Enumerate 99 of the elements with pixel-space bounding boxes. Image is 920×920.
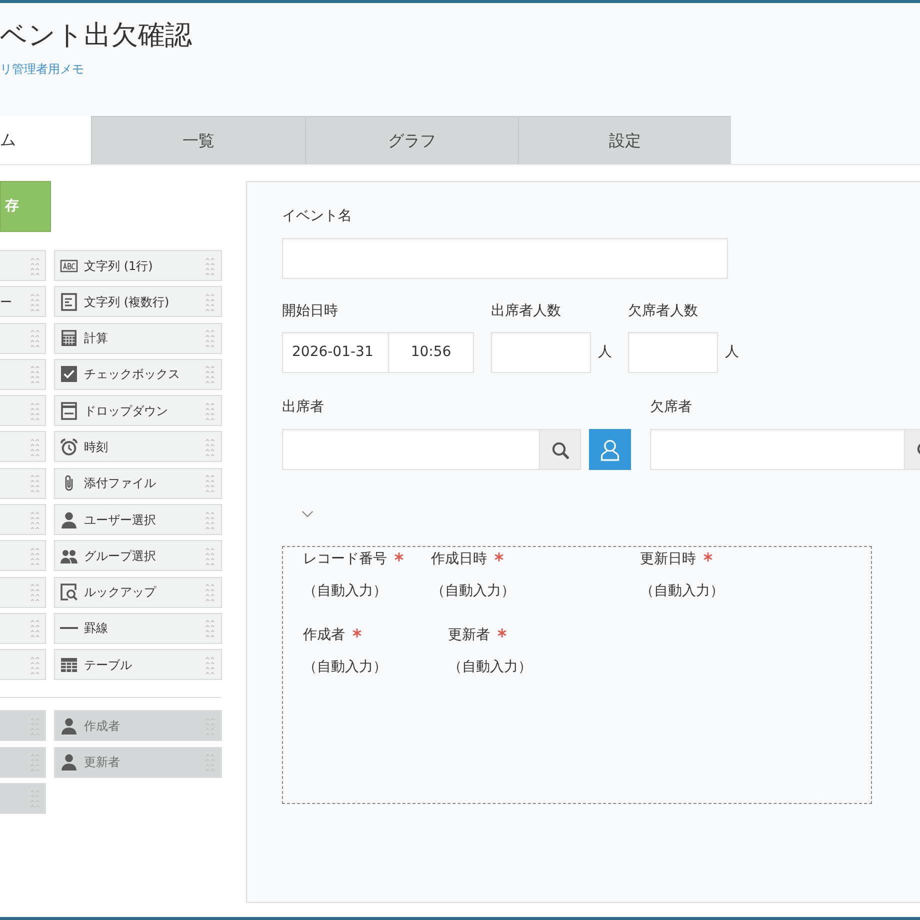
unit-label: 人 (725, 343, 739, 362)
auto-input-text: （自動入力） (448, 658, 532, 677)
tab[interactable]: 設定 (518, 116, 731, 164)
field-palette-item[interactable] (0, 649, 46, 680)
drag-handle-icon (205, 582, 215, 602)
drag-handle-icon (205, 328, 215, 348)
horizontal-line-icon (60, 627, 78, 630)
chevron-down-icon[interactable] (301, 510, 314, 518)
field-palette-item[interactable]: 時刻 (54, 431, 222, 462)
field-label: イベント名 (282, 207, 352, 226)
field-palette-item[interactable]: 作成者 (54, 710, 222, 742)
field-palette-item[interactable]: ドロップダウン (54, 395, 222, 426)
drag-handle-icon (30, 400, 40, 421)
search-button[interactable] (540, 429, 581, 470)
drag-handle-icon (205, 510, 215, 530)
field-palette-item[interactable]: ー (0, 286, 46, 318)
field-palette-item[interactable]: ユーザー選択 (54, 504, 222, 536)
field-label: 欠席者 (650, 398, 692, 417)
field-palette-item[interactable]: 文字列 (複数行) (54, 286, 222, 318)
drag-handle-icon (30, 618, 40, 638)
field-palette-item[interactable]: 文字列 (1行) (54, 250, 222, 281)
drag-handle-icon (205, 364, 215, 384)
time-input-field[interactable]: 10:56 (389, 332, 474, 373)
drag-handle-icon (205, 654, 215, 675)
field-label: 作成日時 (431, 550, 487, 569)
user-icon (60, 510, 78, 529)
tab[interactable]: 一覧 (91, 116, 305, 164)
auto-input-text: （自動入力） (640, 582, 724, 601)
magnifier-box-icon (60, 583, 78, 602)
field-palette-item[interactable] (0, 322, 46, 354)
dropdown-icon (60, 402, 78, 420)
field-palette-item[interactable]: チェックボックス (54, 358, 222, 390)
drag-handle-icon (205, 546, 215, 566)
auto-input-text: （自動入力） (431, 582, 515, 601)
field-palette-item[interactable] (0, 612, 46, 644)
field-label: 欠席者人数 (628, 302, 698, 321)
field-palette-item[interactable] (0, 431, 46, 462)
field-label: 更新日時 (640, 550, 696, 569)
field-label: 更新者 (448, 626, 490, 645)
user-icon (60, 716, 78, 735)
field-palette-item[interactable]: 計算 (54, 322, 222, 354)
field-palette-item[interactable]: 更新者 (54, 746, 222, 778)
calculator-icon (60, 329, 78, 348)
drag-handle-icon (205, 400, 215, 421)
table-icon (60, 656, 78, 674)
user-icon (599, 438, 621, 462)
drag-handle-icon (30, 510, 40, 530)
drag-handle-icon (30, 473, 40, 494)
drag-handle-icon (30, 582, 40, 602)
search-icon (551, 440, 569, 458)
tab[interactable]: ム (0, 116, 91, 164)
field-palette-item[interactable] (0, 395, 46, 426)
field-palette-item[interactable] (0, 782, 46, 814)
unit-label: 人 (598, 343, 612, 362)
alarm-clock-icon (60, 438, 78, 456)
number-input-field[interactable] (628, 332, 718, 373)
user-icon (60, 753, 78, 772)
tab[interactable]: グラフ (305, 116, 518, 164)
text-input-field[interactable] (282, 238, 728, 279)
drag-handle-icon (205, 292, 215, 312)
drag-handle-icon (30, 328, 40, 348)
text-lines-icon (60, 292, 78, 311)
checkbox-icon (60, 365, 78, 384)
field-palette-item[interactable]: ルックアップ (54, 576, 222, 608)
auto-input-text: （自動入力） (303, 658, 387, 677)
drag-handle-icon (205, 473, 215, 494)
drag-handle-icon (30, 436, 40, 457)
drag-handle-icon (30, 364, 40, 384)
user-input-field[interactable] (650, 429, 905, 470)
field-palette-item[interactable] (0, 710, 46, 742)
field-palette-item[interactable] (0, 358, 46, 390)
auto-input-text: （自動入力） (303, 582, 387, 601)
field-palette-item[interactable]: グループ選択 (54, 540, 222, 572)
user-picker-button[interactable] (589, 429, 631, 470)
drag-handle-icon (30, 654, 40, 675)
field-palette-item[interactable]: 罫線 (54, 612, 222, 644)
number-input-field[interactable] (491, 332, 591, 373)
field-label: 出席者人数 (491, 302, 561, 321)
field-palette-item[interactable]: 添付ファイル (54, 468, 222, 499)
drag-handle-icon (205, 256, 215, 276)
drag-handle-icon (30, 256, 40, 276)
field-palette-item[interactable]: テーブル (54, 649, 222, 680)
field-palette-item[interactable] (0, 576, 46, 608)
field-palette-item[interactable] (0, 540, 46, 572)
field-palette-item[interactable] (0, 746, 46, 778)
drag-handle-icon (30, 546, 40, 566)
field-label: レコード番号 (303, 550, 387, 569)
date-input-field[interactable]: 2026-01-31 (282, 332, 389, 373)
drag-handle-icon (205, 618, 215, 638)
drag-handle-icon (30, 292, 40, 312)
field-palette-item[interactable] (0, 504, 46, 536)
drag-handle-icon (205, 436, 215, 457)
user-input-field[interactable] (282, 429, 540, 470)
field-label: 作成者 (303, 626, 345, 645)
field-label: 開始日時 (282, 302, 338, 321)
app-title: ベント出欠確認 (0, 19, 192, 52)
field-label: 出席者 (282, 398, 324, 417)
field-palette-item[interactable] (0, 468, 46, 499)
field-palette-item[interactable] (0, 250, 46, 281)
